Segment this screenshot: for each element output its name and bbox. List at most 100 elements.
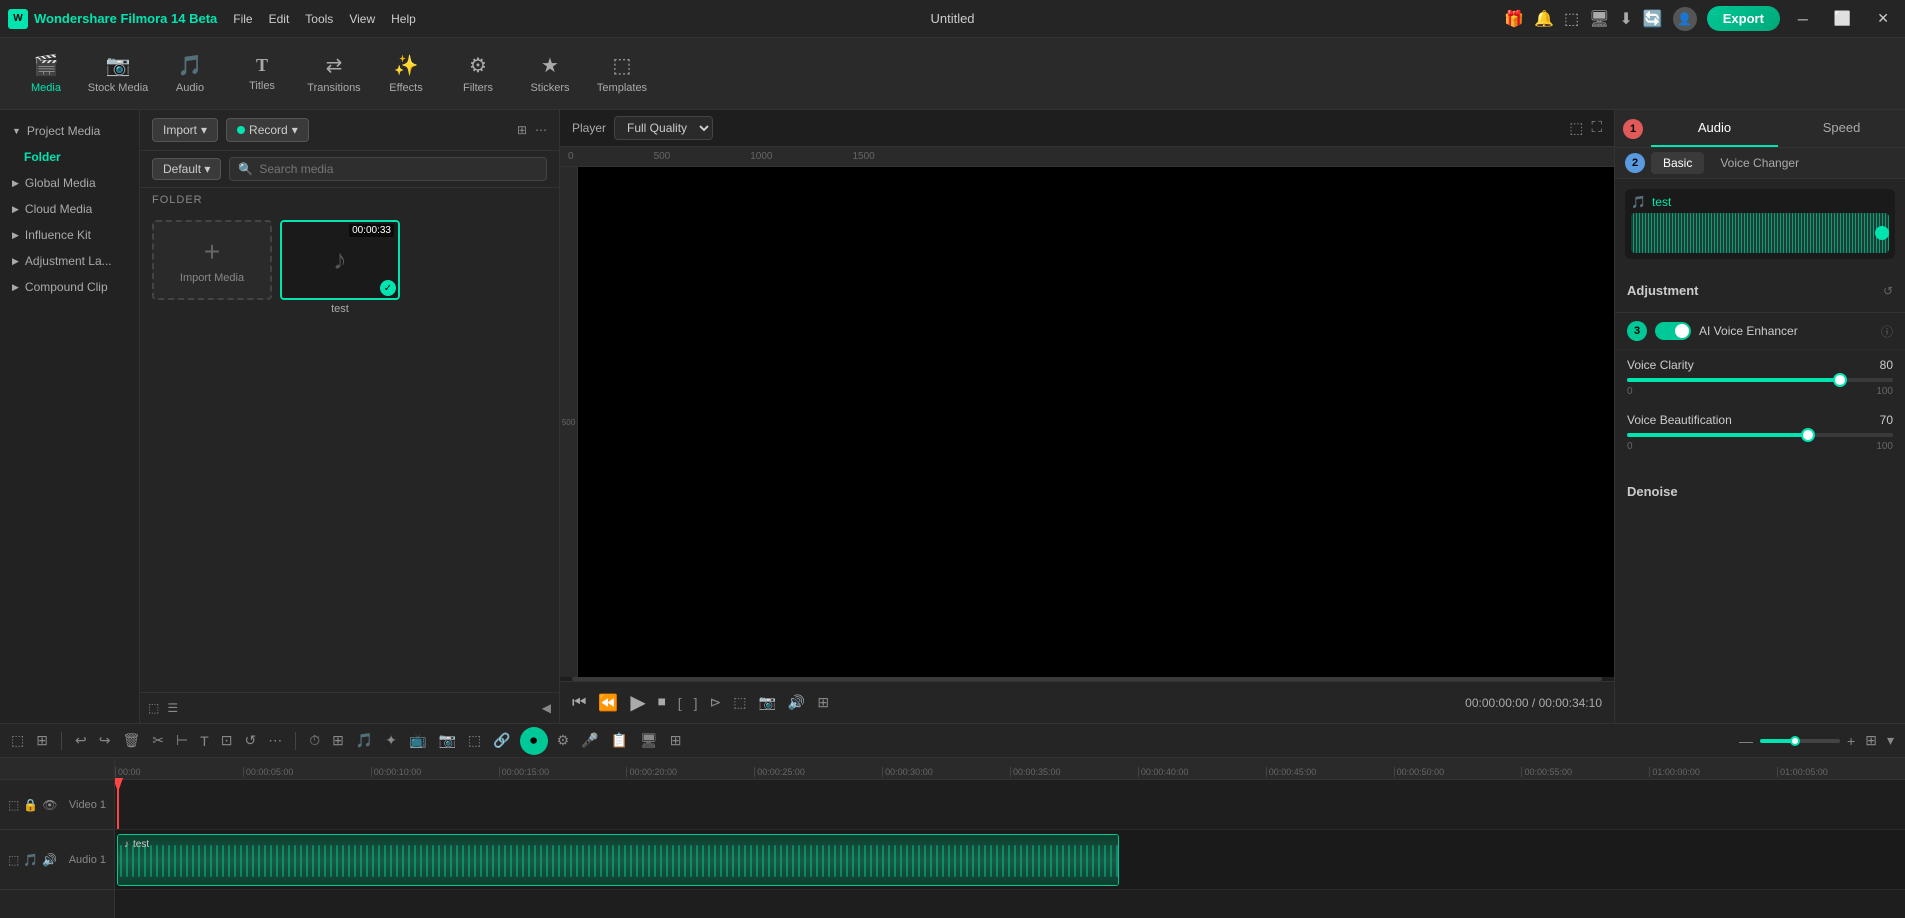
- track-knob[interactable]: [1875, 226, 1889, 240]
- timeline-text-btn[interactable]: T: [197, 730, 212, 752]
- user-avatar[interactable]: 👤: [1673, 7, 1697, 31]
- voice-clarity-thumb[interactable]: [1833, 373, 1847, 387]
- audio-track-icon-2[interactable]: 🎵: [23, 853, 38, 867]
- timeline-speed-btn[interactable]: ⏱: [306, 729, 323, 752]
- timeline-layout-btn[interactable]: ⬚: [8, 729, 27, 752]
- timeline-pip-btn[interactable]: ⬚: [465, 729, 484, 752]
- more-icon[interactable]: ⋯: [535, 123, 547, 137]
- timeline-record-btn[interactable]: ⏺: [520, 727, 548, 755]
- download-icon[interactable]: ⬇: [1619, 9, 1632, 29]
- timeline-link-btn[interactable]: 🔗: [490, 729, 513, 752]
- export-button[interactable]: Export: [1707, 6, 1780, 31]
- fullscreen-btn[interactable]: ⬚: [733, 694, 746, 711]
- grid-view-btn[interactable]: ⊞: [1862, 729, 1880, 752]
- toolbar-filters[interactable]: ⚙ Filters: [444, 43, 512, 105]
- timeline-delete-btn[interactable]: 🗑: [119, 729, 143, 752]
- ai-voice-toggle[interactable]: [1655, 322, 1691, 340]
- expand-btn[interactable]: ▾: [1884, 729, 1897, 752]
- frame-back-button[interactable]: ⏪: [598, 693, 618, 713]
- reset-icon[interactable]: ↺: [1883, 284, 1893, 298]
- menu-edit[interactable]: Edit: [269, 12, 290, 26]
- sidebar-item-global-media[interactable]: ▶ Global Media: [0, 170, 139, 196]
- sidebar-item-project-media[interactable]: ▼ Project Media: [0, 118, 139, 144]
- info-icon[interactable]: ⓘ: [1881, 323, 1893, 340]
- video-track-icon-1[interactable]: ⬚: [8, 798, 19, 812]
- timeline-crop-btn[interactable]: ⊡: [218, 729, 236, 752]
- audio-clip[interactable]: ♪ test: [117, 834, 1119, 886]
- default-dropdown[interactable]: Default ▾: [152, 158, 221, 180]
- toolbar-templates[interactable]: ⬚ Templates: [588, 43, 656, 105]
- quality-select[interactable]: Full Quality: [614, 116, 713, 140]
- toolbar-titles[interactable]: T Titles: [228, 43, 296, 105]
- dual-view-icon[interactable]: ⬚: [1569, 119, 1583, 137]
- toolbar-audio[interactable]: 🎵 Audio: [156, 43, 224, 105]
- sidebar-item-adjustment-la[interactable]: ▶ Adjustment La...: [0, 248, 139, 274]
- search-input[interactable]: [259, 162, 538, 176]
- toolbar-effects[interactable]: ✨ Effects: [372, 43, 440, 105]
- zoom-thumb[interactable]: [1790, 736, 1800, 746]
- play-button[interactable]: ▶: [630, 690, 645, 715]
- subtab-basic[interactable]: Basic: [1651, 152, 1704, 174]
- update-icon[interactable]: 🔄: [1643, 9, 1663, 29]
- sidebar-item-influence-kit[interactable]: ▶ Influence Kit: [0, 222, 139, 248]
- import-media-placeholder[interactable]: + Import Media: [152, 220, 272, 300]
- video-track-icon-3[interactable]: 👁: [42, 798, 57, 812]
- menu-help[interactable]: Help: [391, 12, 416, 26]
- timeline-clip-btn[interactable]: 📋: [608, 729, 631, 752]
- sidebar-item-compound-clip[interactable]: ▶ Compound Clip: [0, 274, 139, 300]
- list-icon[interactable]: ☰: [167, 701, 178, 715]
- timeline-mic-btn[interactable]: 🎤: [578, 729, 601, 752]
- fullscreen-icon[interactable]: ⛶: [1591, 119, 1602, 137]
- timeline-transform-btn[interactable]: ⊞: [329, 729, 347, 752]
- bell-icon[interactable]: 🔔: [1534, 9, 1554, 29]
- menu-tools[interactable]: Tools: [305, 12, 333, 26]
- timeline-redo-btn[interactable]: ↪: [96, 729, 114, 752]
- timeline-rotate-btn[interactable]: ↺: [241, 729, 259, 752]
- timeline-ai-btn[interactable]: ✦: [382, 729, 400, 752]
- audio-track-icon-3[interactable]: 🔊: [42, 853, 57, 867]
- tab-speed[interactable]: Speed: [1778, 110, 1905, 147]
- zoom-out-btn[interactable]: —: [1736, 730, 1756, 752]
- record-button[interactable]: Record ▾: [226, 118, 309, 142]
- menu-view[interactable]: View: [349, 12, 375, 26]
- toolbar-stickers[interactable]: ★ Stickers: [516, 43, 584, 105]
- monitor-icon[interactable]: 🖥: [1589, 9, 1609, 29]
- collapse-icon[interactable]: ◀: [542, 701, 551, 715]
- layout-icon[interactable]: ⬚: [1564, 9, 1579, 29]
- mark-in-icon[interactable]: ⊳: [710, 694, 722, 711]
- sidebar-item-folder[interactable]: Folder: [0, 144, 139, 170]
- import-button[interactable]: Import ▾: [152, 118, 218, 142]
- toolbar-transitions[interactable]: ⇄ Transitions: [300, 43, 368, 105]
- zoom-in-btn[interactable]: +: [1844, 730, 1858, 752]
- timeline-render-btn[interactable]: ⚙: [554, 729, 573, 752]
- tab-audio[interactable]: Audio: [1651, 110, 1778, 147]
- skip-back-button[interactable]: ⏮: [572, 694, 586, 712]
- video-track-icon-2[interactable]: 🔒: [23, 798, 38, 812]
- subtab-voice-changer[interactable]: Voice Changer: [1708, 152, 1811, 174]
- timeline-screen2-btn[interactable]: 🖥: [637, 729, 661, 752]
- zoom-slider[interactable]: [1760, 739, 1840, 743]
- timeline-more-btn[interactable]: ⋯: [265, 729, 285, 752]
- timeline-audio-btn[interactable]: 🎵: [353, 729, 376, 752]
- maximize-button[interactable]: ⬜: [1826, 6, 1859, 31]
- voice-beautification-thumb[interactable]: [1801, 428, 1815, 442]
- minimize-button[interactable]: ─: [1790, 7, 1816, 31]
- audio-track-icon-1[interactable]: ⬚: [8, 853, 19, 867]
- filter-icon[interactable]: ⊞: [517, 123, 527, 137]
- toolbar-media[interactable]: 🎬 Media: [12, 43, 80, 105]
- timeline-split-btn[interactable]: ⊢: [173, 729, 191, 752]
- close-button[interactable]: ✕: [1869, 6, 1897, 31]
- gift-icon[interactable]: 🎁: [1504, 9, 1524, 29]
- media-item-test[interactable]: ♪ 00:00:33 ✓ test: [280, 220, 400, 318]
- timeline-magnet-btn[interactable]: ⊞: [33, 729, 51, 752]
- playhead[interactable]: [117, 780, 119, 829]
- menu-file[interactable]: File: [233, 12, 252, 26]
- bracket-end-icon[interactable]: ]: [694, 695, 698, 711]
- timeline-undo-btn[interactable]: ↩: [72, 729, 90, 752]
- timeline-cut-btn[interactable]: ✂: [149, 729, 167, 752]
- snapshot-icon[interactable]: 📷: [758, 694, 775, 711]
- bracket-start-icon[interactable]: [: [678, 695, 682, 711]
- timeline-insert-btn[interactable]: ⊞: [667, 729, 685, 752]
- stop-button[interactable]: ⏹: [658, 694, 666, 712]
- crop-icon[interactable]: ⊞: [817, 694, 829, 711]
